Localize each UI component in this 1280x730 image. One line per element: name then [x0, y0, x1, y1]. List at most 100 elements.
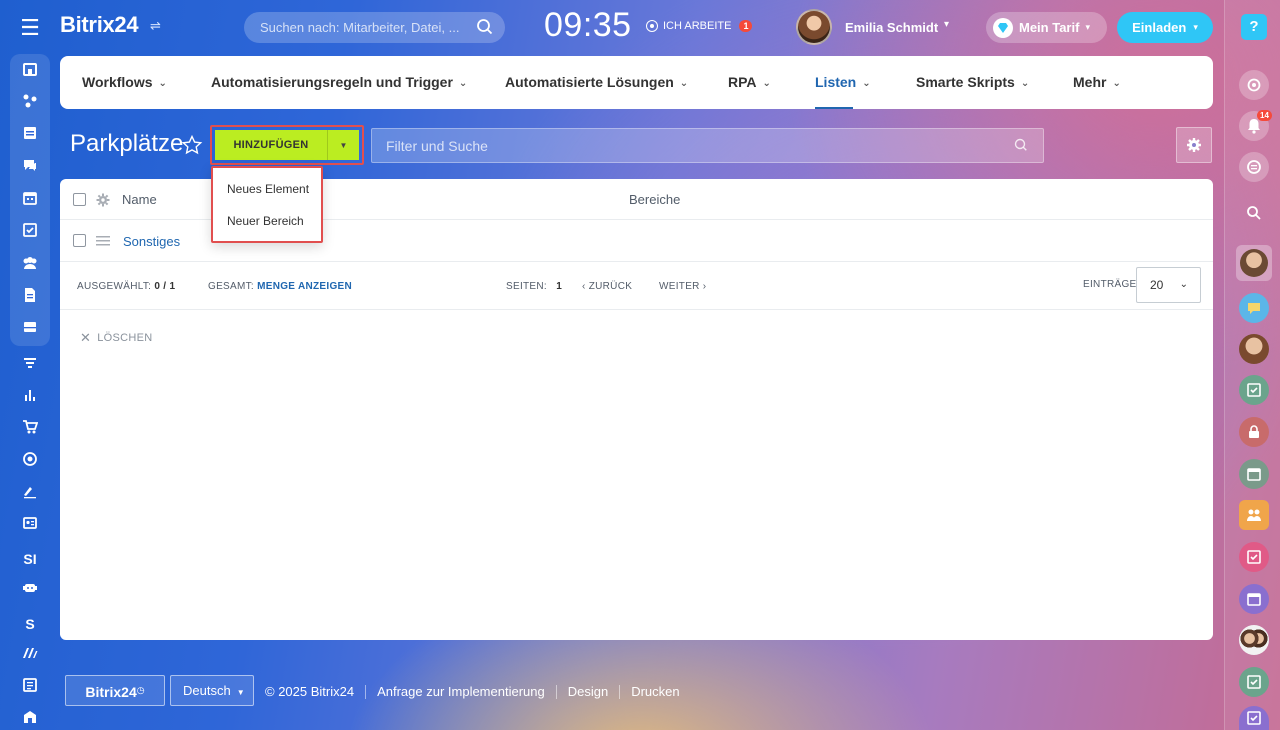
footer-links: © 2025 Bitrix24 Anfrage zur Implementier… — [265, 684, 680, 699]
chevron-down-icon: ⌄ — [458, 78, 468, 89]
entries-label: EINTRÄGE — [1083, 279, 1137, 290]
chat-bubble-icon[interactable] — [1239, 293, 1269, 323]
delete-button[interactable]: ✕ LÖSCHEN — [80, 330, 152, 346]
list-settings-button[interactable] — [1176, 127, 1212, 163]
target-icon[interactable] — [18, 450, 42, 474]
add-button[interactable]: HINZUFÜGEN ▼ — [215, 130, 359, 160]
menu-item-new-section[interactable]: Neuer Bereich — [227, 214, 304, 228]
row-actions-icon[interactable] — [96, 236, 110, 246]
chevron-down-icon: ⌄ — [1112, 78, 1121, 89]
hamburger-menu-icon[interactable]: ☰ — [18, 16, 42, 40]
add-dropdown-toggle[interactable]: ▼ — [327, 130, 359, 160]
task-check-icon[interactable] — [1239, 375, 1269, 405]
task-check-icon[interactable] — [1239, 542, 1269, 572]
search-icon[interactable] — [475, 17, 495, 37]
calendar-icon[interactable] — [1239, 459, 1269, 489]
sync-icon[interactable] — [1239, 70, 1269, 100]
group-avatar-icon[interactable] — [1239, 625, 1269, 655]
contact-avatar-icon[interactable] — [1239, 334, 1269, 364]
contact-avatar-icon[interactable] — [1236, 245, 1272, 281]
logo-settings-icon[interactable]: ⇌ — [150, 18, 161, 34]
tarif-button[interactable]: Mein Tarif ▾ — [986, 12, 1107, 43]
chevron-down-icon[interactable]: ▾ — [944, 19, 949, 30]
add-dropdown-menu: Neues Element Neuer Bereich — [211, 166, 323, 243]
tab-more[interactable]: Mehr ⌄ — [1073, 56, 1121, 109]
feed-icon[interactable] — [18, 124, 42, 148]
checklist-icon[interactable] — [18, 676, 42, 700]
group-icon[interactable] — [1239, 500, 1269, 530]
grid-pager: AUSGEWÄHLT: 0 / 1 GESAMT: MENGE ANZEIGEN… — [60, 262, 1213, 310]
row-checkbox[interactable] — [73, 234, 86, 247]
tab-automation-rules[interactable]: Automatisierungsregeln und Trigger ⌄ — [211, 56, 467, 109]
calendar-icon[interactable] — [1239, 584, 1269, 614]
search-icon[interactable] — [1013, 137, 1029, 153]
caret-down-icon: ▼ — [339, 140, 348, 150]
user-avatar[interactable] — [796, 9, 832, 45]
add-button-highlight: HINZUFÜGEN ▼ — [210, 125, 364, 165]
copyright: © 2025 Bitrix24 — [265, 684, 355, 699]
work-status[interactable]: ICH ARBEITE 1 — [646, 20, 753, 32]
documents-icon[interactable] — [18, 286, 42, 310]
sidebar-item-s[interactable]: S — [18, 612, 42, 636]
footer-link-implementation[interactable]: Anfrage zur Implementierung — [377, 684, 545, 699]
tab-lists[interactable]: Listen ⌄ — [815, 56, 871, 109]
tab-workflows[interactable]: Workflows ⌄ — [82, 56, 167, 109]
employees-icon[interactable] — [18, 254, 42, 278]
chat-icon[interactable] — [18, 156, 42, 180]
task-check-icon[interactable] — [1239, 706, 1269, 730]
next-page-button[interactable]: WEITER › — [659, 281, 706, 292]
select-all-checkbox[interactable] — [73, 193, 86, 206]
footer-link-design[interactable]: Design — [568, 684, 608, 699]
funnel-icon[interactable] — [18, 354, 42, 378]
global-search-input[interactable] — [260, 12, 465, 43]
column-header-name[interactable]: Name — [122, 192, 157, 207]
chevron-down-icon: ⌄ — [679, 78, 689, 89]
footer-divider — [365, 684, 367, 699]
global-search[interactable] — [244, 12, 505, 43]
footer-link-print[interactable]: Drucken — [631, 684, 679, 699]
left-sidebar: ☰ SI S — [0, 0, 60, 730]
footer-brand-button[interactable]: Bitrix24◷ — [65, 675, 165, 706]
lock-icon[interactable] — [1239, 417, 1269, 447]
column-settings-icon[interactable] — [96, 193, 110, 207]
analytics-icon[interactable] — [18, 386, 42, 410]
app-logo[interactable]: Bitrix24 — [60, 12, 139, 38]
home-icon[interactable] — [18, 60, 42, 84]
robot-icon[interactable] — [18, 579, 42, 603]
help-icon[interactable]: ? — [1241, 14, 1267, 40]
task-check-icon[interactable] — [1239, 667, 1269, 697]
pages-counter: SEITEN: 1 — [506, 281, 563, 292]
marketplace-icon[interactable] — [18, 644, 42, 668]
tab-automated-solutions[interactable]: Automatisierte Lösungen ⌄ — [505, 56, 688, 109]
close-icon: ✕ — [80, 330, 92, 345]
user-name[interactable]: Emilia Schmidt — [845, 20, 938, 35]
contact-card-icon[interactable] — [18, 514, 42, 538]
menu-item-new-element[interactable]: Neues Element — [227, 182, 309, 196]
shop-cart-icon[interactable] — [18, 418, 42, 442]
tasks-icon[interactable] — [18, 221, 42, 245]
company-icon[interactable] — [18, 708, 42, 730]
filter-search[interactable] — [371, 128, 1044, 163]
column-header-sections[interactable]: Bereiche — [629, 192, 680, 207]
signature-icon[interactable] — [18, 482, 42, 506]
search-icon[interactable] — [1239, 198, 1269, 228]
tab-smart-scripts[interactable]: Smarte Skripts ⌄ — [916, 56, 1029, 109]
invite-button[interactable]: Einladen ▾ — [1117, 12, 1213, 43]
prev-page-button[interactable]: ‹ ZURÜCK — [582, 281, 632, 292]
row-name-link[interactable]: Sonstiges — [123, 234, 180, 249]
entries-per-page-select[interactable]: 20 ⌄ — [1136, 267, 1201, 303]
language-select[interactable]: Deutsch ▼ — [170, 675, 254, 706]
storage-icon[interactable] — [18, 318, 42, 342]
tab-rpa[interactable]: RPA ⌄ — [728, 56, 771, 109]
diamond-icon — [993, 17, 1013, 38]
sidebar-item-si[interactable]: SI — [18, 547, 42, 571]
network-icon[interactable] — [18, 92, 42, 116]
filter-search-input[interactable] — [386, 129, 986, 162]
calendar-icon[interactable] — [18, 189, 42, 213]
add-button-label[interactable]: HINZUFÜGEN — [215, 130, 327, 160]
chevron-right-icon: › — [702, 281, 707, 292]
show-count-link[interactable]: MENGE ANZEIGEN — [257, 281, 352, 292]
page-title: Parkplätze — [70, 130, 184, 157]
star-icon[interactable] — [181, 134, 203, 156]
activity-stream-icon[interactable] — [1239, 152, 1269, 182]
